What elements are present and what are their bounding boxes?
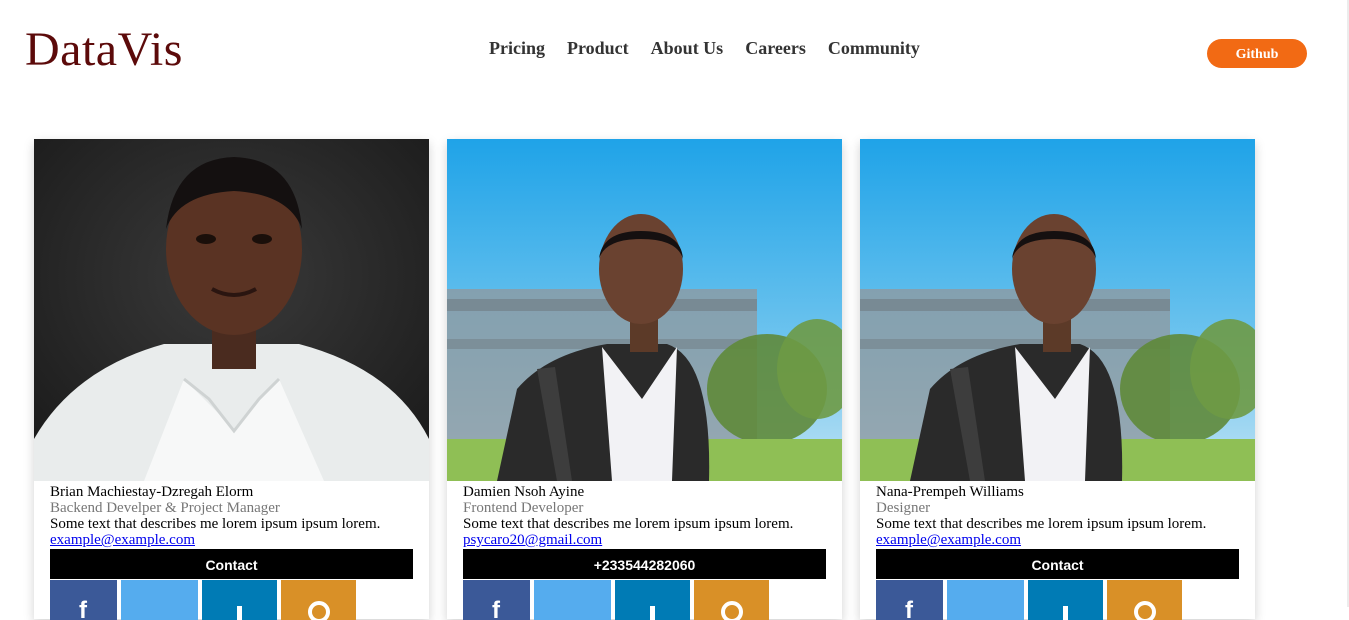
linkedin-icon[interactable] <box>202 580 277 620</box>
member-name: Nana-Prempeh Williams <box>876 484 1024 500</box>
rss-icon[interactable] <box>281 580 356 620</box>
member-email-link[interactable]: example@example.com <box>876 532 1239 548</box>
social-links: f <box>463 580 842 620</box>
member-name: Damien Nsoh Ayine <box>463 484 585 500</box>
phone-button[interactable]: +233544282060 <box>463 549 826 579</box>
rss-icon[interactable] <box>694 580 769 620</box>
social-links: f <box>876 580 1255 620</box>
facebook-icon[interactable]: f <box>876 580 943 620</box>
member-description: Some text that describes me lorem ipsum … <box>876 516 1207 532</box>
member-description: Some text that describes me lorem ipsum … <box>50 516 381 532</box>
svg-text:f: f <box>79 598 88 620</box>
main-nav: Pricing Product About Us Careers Communi… <box>489 37 920 59</box>
member-role: Designer <box>876 500 931 516</box>
svg-text:f: f <box>492 598 501 620</box>
profile-photo <box>860 139 1255 481</box>
contact-button[interactable]: Contact <box>50 549 413 579</box>
twitter-icon[interactable] <box>534 580 611 620</box>
member-role: Frontend Developer <box>463 500 584 516</box>
nav-about-us[interactable]: About Us <box>651 37 724 59</box>
facebook-icon[interactable]: f <box>50 580 117 620</box>
twitter-icon[interactable] <box>947 580 1024 620</box>
member-description: Some text that describes me lorem ipsum … <box>463 516 794 532</box>
twitter-icon[interactable] <box>121 580 198 620</box>
member-email-link[interactable]: example@example.com <box>50 532 413 548</box>
team-card: Brian Machiestay-Dzregah Elorm Backend D… <box>34 139 429 620</box>
profile-photo <box>447 139 842 481</box>
logo[interactable]: DataVis <box>25 22 183 78</box>
site-header: DataVis Pricing Product About Us Careers… <box>0 0 1347 100</box>
member-role: Backend Develper & Project Manager <box>50 500 280 516</box>
team-card: Nana-Prempeh Williams Designer Some text… <box>860 139 1255 620</box>
social-links: f <box>50 580 429 620</box>
rss-icon[interactable] <box>1107 580 1182 620</box>
linkedin-icon[interactable] <box>1028 580 1103 620</box>
svg-text:f: f <box>905 598 914 620</box>
nav-pricing[interactable]: Pricing <box>489 37 545 59</box>
facebook-icon[interactable]: f <box>463 580 530 620</box>
github-button[interactable]: Github <box>1207 39 1307 68</box>
nav-product[interactable]: Product <box>567 37 629 59</box>
member-email-link[interactable]: psycaro20@gmail.com <box>463 532 826 548</box>
linkedin-icon[interactable] <box>615 580 690 620</box>
contact-button[interactable]: Contact <box>876 549 1239 579</box>
nav-careers[interactable]: Careers <box>745 37 806 59</box>
member-name: Brian Machiestay-Dzregah Elorm <box>50 484 254 500</box>
nav-community[interactable]: Community <box>828 37 920 59</box>
team-card: Damien Nsoh Ayine Frontend Developer Som… <box>447 139 842 620</box>
profile-photo <box>34 139 429 481</box>
